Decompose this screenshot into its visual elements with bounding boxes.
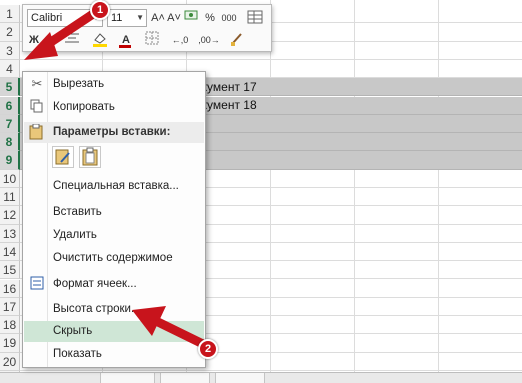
format-cells-icon [29,276,45,292]
sheet-tabs-bar [0,372,522,383]
brush-button[interactable] [227,31,247,49]
row-header[interactable]: 15 [0,261,20,280]
menu-item-delete[interactable]: Удалить [24,225,204,246]
italic-button[interactable]: К [43,31,57,49]
paste-options-header: Параметры вставки: [24,122,204,143]
menu-item-paste-special[interactable]: Специальная вставка... [24,176,204,197]
row-header[interactable]: 3 [0,41,20,60]
align-button[interactable] [61,31,83,49]
row-header[interactable]: 9 [0,151,20,170]
menu-item-format-cells[interactable]: Формат ячеек... [24,274,204,295]
row-header[interactable]: 2 [0,23,20,42]
borders-icon [145,31,159,45]
paint-bucket-icon [93,33,107,47]
row-header[interactable]: 16 [0,279,20,298]
brush-icon [231,33,242,46]
decrease-decimal-button[interactable]: ,00→ [195,31,223,49]
currency-format-button[interactable] [183,9,199,27]
increase-decimal-button[interactable]: ←,0 [167,31,193,49]
chevron-down-icon: ▼ [136,13,144,22]
step-badge-1: 1 [90,0,110,20]
font-color-button[interactable]: A [115,31,137,49]
font-size-value: 11 [111,12,123,24]
format-painter-button[interactable] [243,8,267,26]
menu-item-label: Очистить содержимое [53,252,173,264]
row-header[interactable]: 1 [0,5,20,24]
scissors-icon: ✂ [31,76,43,91]
menu-item-label: Специальная вставка... [53,180,179,192]
shrink-font-button[interactable]: A˅ [167,9,181,27]
row-header[interactable]: 4 [0,59,20,79]
paste-clipboard-icon [29,123,43,148]
row-header[interactable]: 20 [0,352,20,371]
row-header[interactable]: 11 [0,188,20,207]
font-size-box[interactable]: 11 ▼ [107,9,147,27]
menu-item-cut[interactable]: ✂ Вырезать [24,74,204,95]
row-header[interactable]: 8 [0,133,20,152]
paste-option-formatting-button[interactable] [52,146,74,168]
menu-item-hide[interactable]: Скрыть [24,321,204,342]
row-header[interactable]: 17 [0,297,20,317]
align-center-icon [65,33,79,43]
row-header[interactable]: 18 [0,316,20,335]
menu-item-label: Формат ячеек... [53,278,137,290]
row-header[interactable]: 5 [0,78,20,97]
row-header[interactable]: 12 [0,206,20,225]
table-icon [247,10,263,24]
step-badge-2: 2 [198,339,218,359]
menu-item-label: Копировать [53,101,115,113]
percent-button[interactable]: % [203,9,217,27]
font-color-swatch [119,45,131,48]
menu-item-row-height[interactable]: Высота строки... [24,299,204,320]
menu-item-label: Вставить [53,206,102,218]
sheet-tab[interactable] [215,373,265,383]
context-menu: ✂ Вырезать Копировать Параметры вставки:… [22,71,206,368]
row-header[interactable]: 6 [0,96,20,115]
paste-options-header-label: Параметры вставки: [53,126,171,138]
fill-color-button[interactable] [89,31,111,49]
currency-icon [184,10,198,20]
row-header[interactable]: 10 [0,169,20,188]
font-name-value: Calibri [31,12,63,24]
row-header[interactable]: 13 [0,224,20,243]
borders-button[interactable] [141,31,163,49]
copy-icon [29,99,45,115]
mini-toolbar: Calibri ▼ 11 ▼ A˄ A˅ % 000 Ж К A ←,0 ,00… [22,4,272,52]
menu-item-label: Вырезать [53,78,105,90]
paste-brush-icon [55,149,70,165]
grow-font-button[interactable]: A˄ [151,9,165,27]
bold-button[interactable]: Ж [27,31,41,49]
menu-item-copy[interactable]: Копировать [24,97,204,118]
row-header[interactable]: 14 [0,242,20,262]
menu-item-unhide[interactable]: Показать [24,344,204,365]
sheet-tab[interactable] [160,373,210,383]
sheet-tab[interactable] [100,373,155,383]
menu-item-label: Скрыть [53,325,93,337]
thousands-button[interactable]: 000 [219,9,239,27]
paste-option-values-button[interactable] [79,146,101,168]
menu-item-label: Высота строки... [53,303,141,315]
paste-clipboard-icon [82,147,98,166]
row-header[interactable]: 7 [0,114,20,134]
menu-item-label: Удалить [53,229,97,241]
row-header[interactable]: 19 [0,334,20,353]
menu-item-clear-contents[interactable]: Очистить содержимое [24,248,204,269]
menu-item-label: Показать [53,348,102,360]
menu-item-insert[interactable]: Вставить [24,202,204,223]
